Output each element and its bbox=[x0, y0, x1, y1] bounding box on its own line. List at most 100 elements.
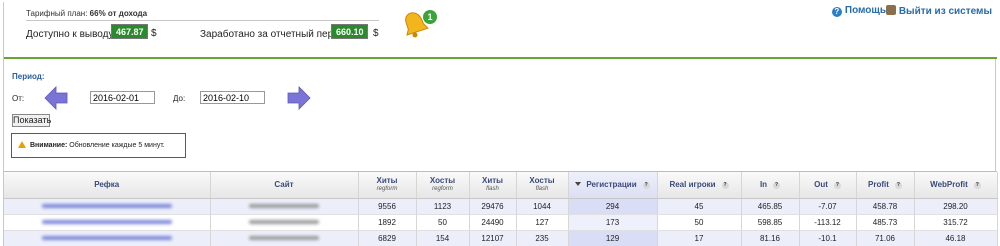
table-cell: -113.12 bbox=[799, 214, 857, 231]
table-cell: 1123 bbox=[416, 198, 470, 215]
column-header[interactable]: Хиты flash bbox=[469, 172, 517, 199]
redacted-site bbox=[249, 204, 319, 209]
logout-label: Выйти из системы bbox=[898, 6, 992, 17]
column-header[interactable]: Рефка bbox=[4, 172, 211, 199]
column-header[interactable]: Real игроки? bbox=[657, 172, 742, 199]
table-cell: 29476 bbox=[469, 198, 517, 215]
next-period-arrow-icon[interactable] bbox=[286, 85, 312, 111]
stats-table: Рефка Сайт Хиты regform Хосты regform Хиты… bbox=[4, 171, 998, 246]
help-icon[interactable]: ? bbox=[721, 182, 729, 190]
tariff-plan-label: Тарифный план: bbox=[26, 9, 88, 18]
redacted-site bbox=[249, 236, 319, 241]
cell-ref bbox=[4, 230, 211, 246]
redacted-ref[interactable] bbox=[41, 204, 172, 209]
table-cell: 1892 bbox=[358, 214, 417, 231]
table-row: 1892 50 24490 127 173 50 598.85 -113.12 485.73 31… bbox=[4, 214, 998, 231]
table-cell: 17 bbox=[657, 230, 742, 246]
earned-label: Заработано за отчетный период: bbox=[200, 29, 353, 40]
column-header[interactable]: In? bbox=[741, 172, 800, 199]
table-cell: 71.06 bbox=[856, 230, 915, 246]
table-cell: 6829 bbox=[358, 230, 417, 246]
help-link[interactable]: ? Помощь bbox=[831, 5, 886, 17]
prev-period-arrow-icon[interactable] bbox=[43, 85, 69, 111]
header-divider bbox=[4, 57, 997, 59]
available-label: Доступно к выводу: bbox=[26, 29, 117, 40]
table-cell: 458.78 bbox=[856, 198, 915, 215]
redacted-site bbox=[249, 220, 319, 225]
help-icon[interactable]: ? bbox=[773, 182, 781, 190]
column-header[interactable]: Out? bbox=[799, 172, 857, 199]
page: Тарифный план: 66% от дохода Доступно к … bbox=[3, 2, 998, 246]
column-header[interactable]: Сайт bbox=[210, 172, 359, 199]
notification-bell[interactable]: 1 bbox=[401, 8, 439, 38]
from-label: От: bbox=[12, 94, 25, 103]
earned-currency: $ bbox=[373, 28, 379, 39]
bell-icon: 1 bbox=[405, 10, 437, 38]
cell-ref bbox=[4, 214, 211, 231]
column-header-sorted[interactable]: Регистрации? bbox=[568, 172, 658, 199]
table-cell: 598.85 bbox=[741, 214, 800, 231]
logout-icon bbox=[885, 5, 896, 15]
earned-value: 660.10 bbox=[331, 24, 368, 39]
column-header[interactable]: Хосты flash bbox=[516, 172, 569, 199]
available-value: 467.87 bbox=[111, 24, 148, 39]
sort-desc-icon bbox=[575, 182, 582, 187]
table-cell: 50 bbox=[657, 214, 742, 231]
table-cell: 81.16 bbox=[741, 230, 800, 246]
cell-site bbox=[210, 198, 359, 215]
column-header[interactable]: WebProfit? bbox=[914, 172, 998, 199]
table-cell: 235 bbox=[516, 230, 569, 246]
table-cell: -10.1 bbox=[799, 230, 857, 246]
redacted-ref[interactable] bbox=[41, 220, 172, 225]
table-cell: 46.18 bbox=[914, 230, 998, 246]
redacted-ref[interactable] bbox=[41, 236, 172, 241]
table-cell: 12107 bbox=[469, 230, 517, 246]
table-cell: 9556 bbox=[358, 198, 417, 215]
date-from-input[interactable] bbox=[90, 91, 155, 104]
notice-text: Обновление каждые 5 минут. bbox=[69, 142, 165, 149]
cell-ref bbox=[4, 198, 211, 215]
table-cell: 465.85 bbox=[741, 198, 800, 215]
date-to-input[interactable] bbox=[200, 91, 265, 104]
header: Тарифный план: 66% от дохода Доступно к … bbox=[4, 2, 997, 58]
column-header[interactable]: Хиты regform bbox=[358, 172, 417, 199]
logout-link[interactable]: Выйти из системы bbox=[885, 5, 992, 17]
help-icon[interactable]: ? bbox=[973, 182, 981, 190]
divider bbox=[26, 20, 379, 21]
tariff-plan: Тарифный план: 66% от дохода bbox=[26, 9, 147, 18]
table-cell: 50 bbox=[416, 214, 470, 231]
notification-count: 1 bbox=[427, 12, 432, 22]
column-header[interactable]: Profit? bbox=[856, 172, 915, 199]
cell-site bbox=[210, 214, 359, 231]
table-header-row: Рефка Сайт Хиты regform Хосты regform Хиты… bbox=[4, 172, 998, 199]
table-cell: 1044 bbox=[516, 198, 569, 215]
available-currency: $ bbox=[151, 28, 157, 39]
table-cell: 129 bbox=[568, 230, 658, 246]
notice-bold: Внимание: bbox=[30, 142, 68, 149]
to-label: До: bbox=[173, 94, 186, 103]
table-cell: 45 bbox=[657, 198, 742, 215]
help-icon[interactable]: ? bbox=[642, 182, 650, 190]
table-row: 6829 154 12107 235 129 17 81.16 -10.1 71.06 46.18 bbox=[4, 230, 998, 246]
help-icon: ? bbox=[831, 7, 842, 17]
table-cell: 315.72 bbox=[914, 214, 998, 231]
period-title: Период: bbox=[12, 72, 45, 81]
table-cell: 298.20 bbox=[914, 198, 998, 215]
table-cell: 154 bbox=[416, 230, 470, 246]
warning-icon bbox=[18, 141, 26, 148]
tariff-plan-value: 66% от дохода bbox=[89, 9, 148, 18]
table-cell: 127 bbox=[516, 214, 569, 231]
help-icon[interactable]: ? bbox=[833, 182, 841, 190]
table-cell: 24490 bbox=[469, 214, 517, 231]
table-cell: 294 bbox=[568, 198, 658, 215]
table-row: 9556 1123 29476 1044 294 45 465.85 -7.07 458.78 2… bbox=[4, 198, 998, 215]
cell-site bbox=[210, 230, 359, 246]
help-label: Помощь bbox=[844, 5, 886, 16]
table-cell: -7.07 bbox=[799, 198, 857, 215]
column-header[interactable]: Хосты regform bbox=[416, 172, 470, 199]
table-cell: 485.73 bbox=[856, 214, 915, 231]
show-button[interactable]: Показать bbox=[12, 114, 51, 127]
update-notice: Внимание: Обновление каждые 5 минут. bbox=[11, 133, 186, 158]
help-icon[interactable]: ? bbox=[894, 182, 902, 190]
table-cell: 173 bbox=[568, 214, 658, 231]
